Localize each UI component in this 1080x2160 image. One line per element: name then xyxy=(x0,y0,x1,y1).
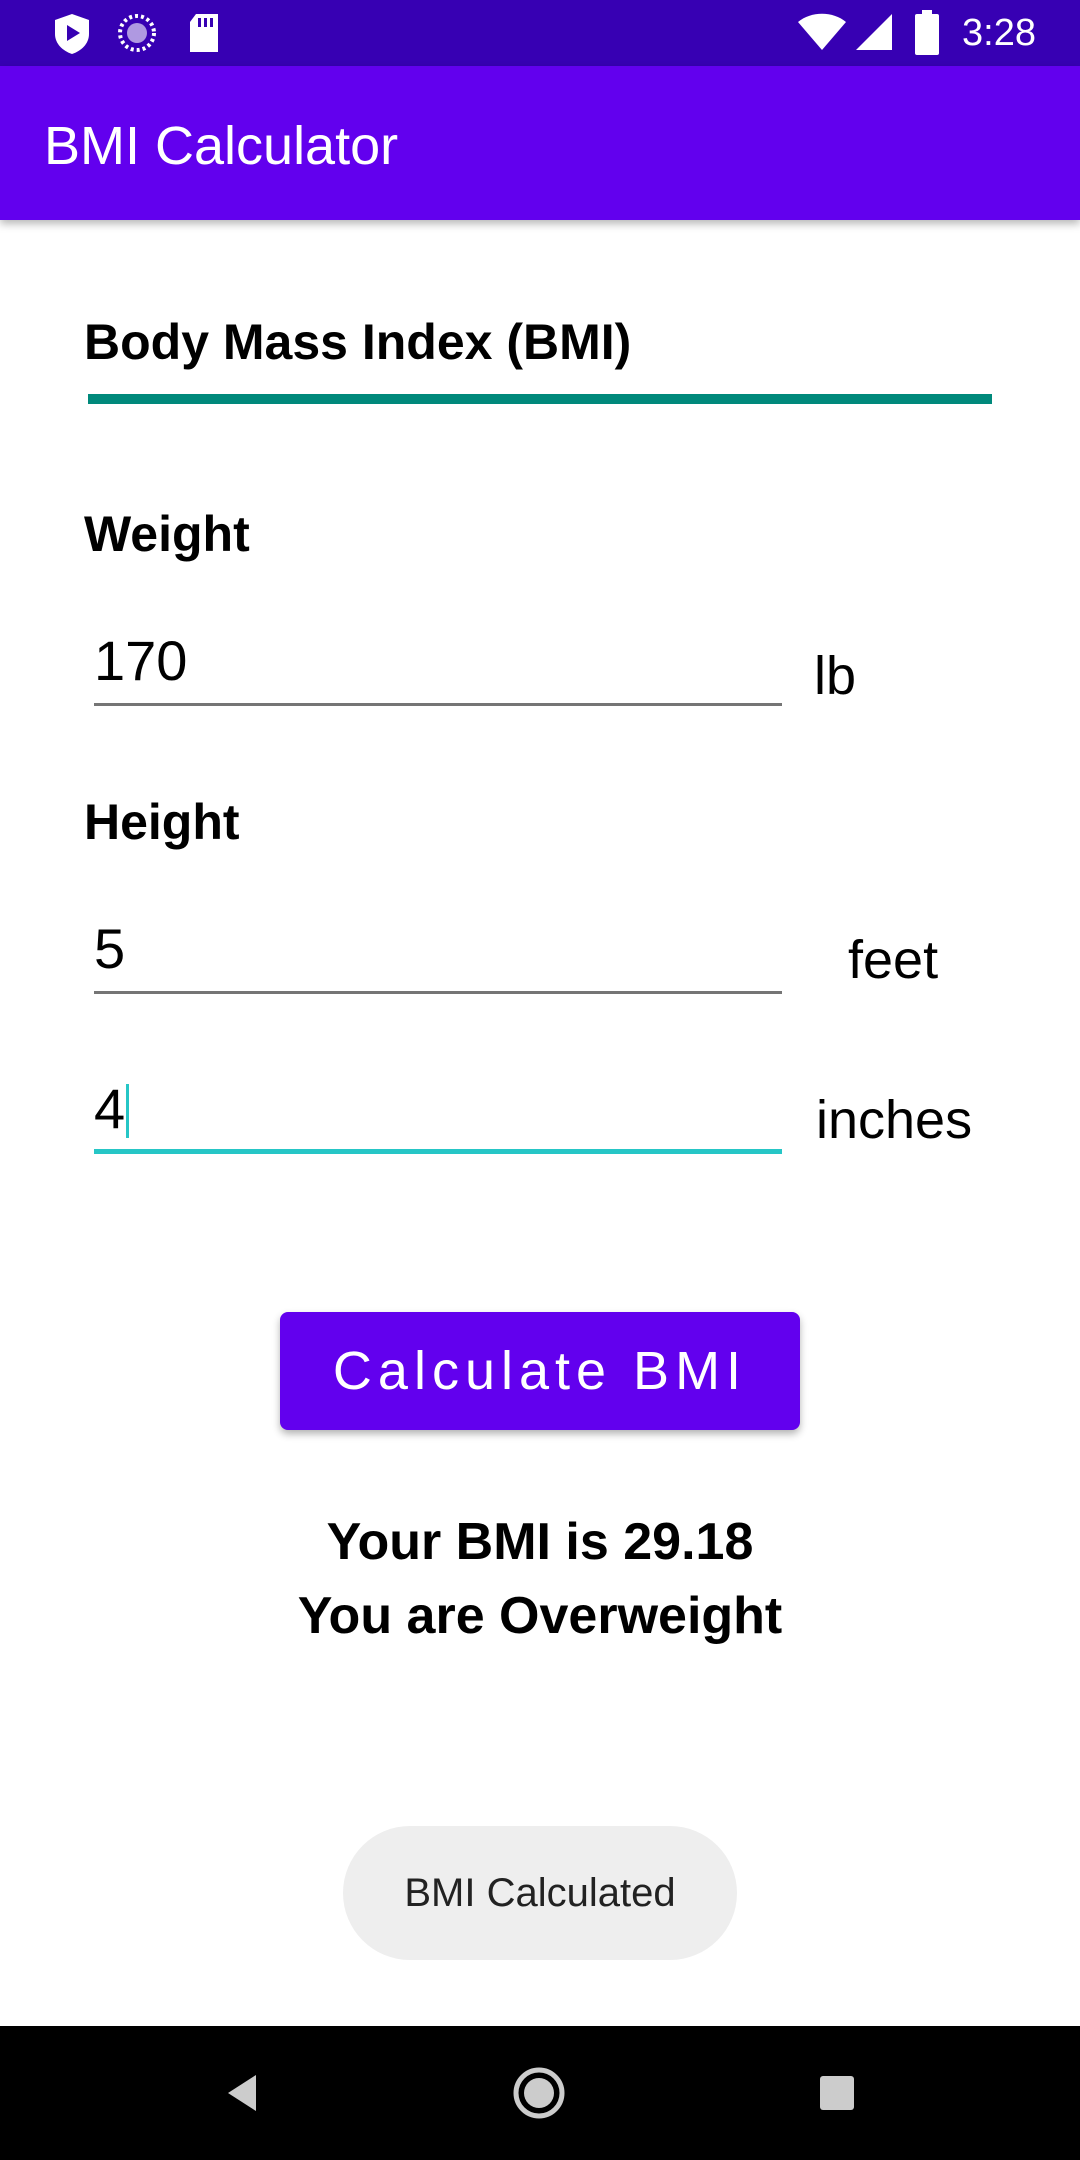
status-time: 3:28 xyxy=(962,12,1036,54)
weight-input-value: 170 xyxy=(94,629,188,692)
recents-icon[interactable] xyxy=(777,2026,897,2160)
height-feet-value: 5 xyxy=(94,917,126,980)
battery-icon xyxy=(914,10,940,61)
height-feet-underline xyxy=(94,991,782,994)
status-bar: 3:28 xyxy=(0,0,1080,66)
back-icon[interactable] xyxy=(182,2026,302,2160)
height-inches-value: 4 xyxy=(94,1077,126,1140)
weight-input-underline xyxy=(94,703,782,706)
toast-message: BMI Calculated xyxy=(343,1826,737,1960)
height-inches-input[interactable]: 4 xyxy=(94,1074,782,1154)
calculate-bmi-button[interactable]: Calculate BMI xyxy=(280,1312,800,1430)
sync-icon xyxy=(116,12,158,59)
feet-unit: feet xyxy=(848,930,939,990)
shield-play-icon xyxy=(52,12,92,61)
home-icon[interactable] xyxy=(479,2026,599,2160)
weight-label: Weight xyxy=(84,506,250,562)
heading-divider xyxy=(88,394,992,404)
navigation-bar xyxy=(0,2026,1080,2160)
sd-card-icon xyxy=(186,12,222,59)
height-feet-input[interactable]: 5 xyxy=(94,914,782,994)
text-cursor xyxy=(126,1084,129,1138)
signal-icon xyxy=(854,12,894,57)
bmi-result: Your BMI is 29.18 xyxy=(326,1513,754,1571)
bmi-category: You are Overweight xyxy=(297,1587,783,1645)
height-label: Height xyxy=(84,794,240,850)
app-title: BMI Calculator xyxy=(44,116,399,176)
app-bar: BMI Calculator xyxy=(0,66,1080,220)
weight-input[interactable]: 170 xyxy=(94,626,782,706)
page-heading: Body Mass Index (BMI) xyxy=(84,314,632,370)
height-inches-underline xyxy=(94,1149,782,1154)
wifi-icon xyxy=(796,12,848,57)
inches-unit: inches xyxy=(816,1090,973,1150)
weight-unit: lb xyxy=(814,646,857,706)
